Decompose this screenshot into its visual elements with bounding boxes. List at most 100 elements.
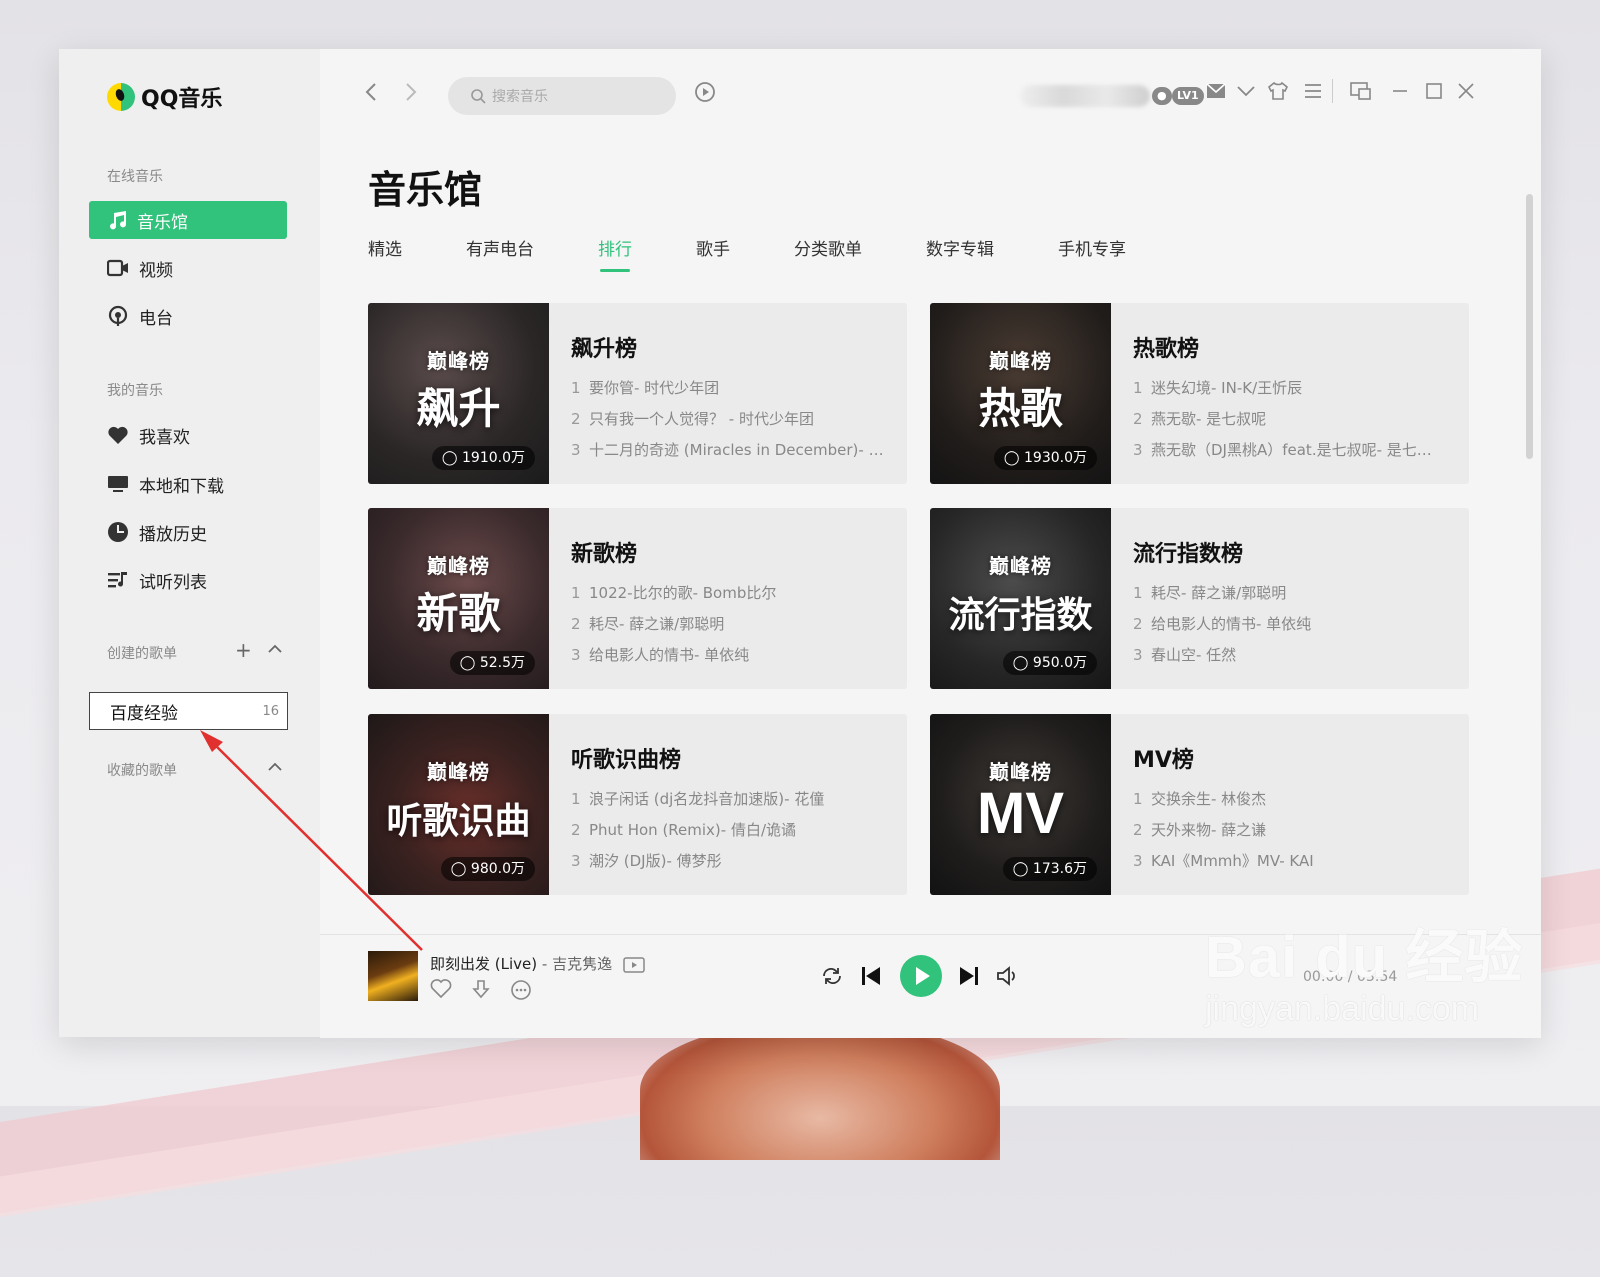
download-icon[interactable]	[470, 979, 492, 1001]
chart-cover[interactable]: 巅峰榜 热歌 ◯ 1930.0万	[930, 303, 1111, 484]
chevron-up-icon[interactable]	[267, 638, 283, 662]
close-icon[interactable]	[1456, 81, 1476, 106]
chart-title[interactable]: 飙升榜	[571, 331, 637, 363]
chart-card-hot[interactable]: 巅峰榜 热歌 ◯ 1930.0万 热歌榜 1 迷失幻境- IN-K/王忻辰 2 燕无…	[930, 303, 1469, 484]
chart-song[interactable]: 3 潮汐 (DJ版)- 傅梦彤	[571, 850, 886, 871]
chart-card-soaring[interactable]: 巅峰榜 飙升 ◯ 1910.0万 飙升榜 1 要你管- 时代少年团 2 只有我一个人…	[368, 303, 907, 484]
sidebar-item-video[interactable]: 视频	[89, 249, 287, 287]
maximize-icon[interactable]	[1424, 81, 1444, 106]
chart-song[interactable]: 1 浪子闲话 (dj名龙抖音加速版)- 花僮	[571, 788, 886, 809]
search-input[interactable]: 搜索音乐	[492, 86, 548, 106]
chart-song[interactable]: 3 给电影人的情书- 单依纯	[571, 644, 886, 665]
voice-search-icon[interactable]	[694, 81, 716, 111]
sidebar-item-history[interactable]: 播放历史	[89, 513, 287, 551]
sidebar-item-label: 我喜欢	[139, 427, 190, 448]
chart-card-song-recognition[interactable]: 巅峰榜 听歌识曲 ◯ 980.0万 听歌识曲榜 1 浪子闲话 (dj名龙抖音加速版…	[368, 714, 907, 895]
sidebar-item-music-hall[interactable]: 音乐馆	[89, 201, 287, 239]
chart-title[interactable]: 新歌榜	[571, 536, 637, 568]
vip-badge: ●	[1152, 87, 1172, 105]
sidebar-item-radio[interactable]: 电台	[89, 297, 287, 335]
chart-cover[interactable]: 巅峰榜 新歌 ◯ 52.5万	[368, 508, 549, 689]
more-icon[interactable]	[510, 979, 532, 1001]
next-icon[interactable]	[958, 965, 980, 991]
playlist-item[interactable]: 百度经验 16	[89, 692, 288, 730]
now-playing-title[interactable]: 即刻出发 (Live)	[430, 955, 537, 973]
sidebar-item-label: 音乐馆	[137, 212, 188, 233]
tab-category-playlists[interactable]: 分类歌单	[794, 235, 862, 260]
menu-icon[interactable]	[1303, 81, 1323, 105]
mini-mode-icon[interactable]	[1350, 81, 1372, 106]
level-badge: LV1	[1172, 87, 1204, 105]
skin-icon[interactable]	[1267, 81, 1289, 106]
chart-song[interactable]: 1 迷失幻境- IN-K/王忻辰	[1133, 377, 1448, 398]
chart-song[interactable]: 2 耗尽- 薛之谦/郭聪明	[571, 613, 886, 634]
play-count: ◯ 1930.0万	[993, 446, 1097, 470]
previous-icon[interactable]	[860, 965, 882, 991]
chart-cover[interactable]: 巅峰榜 流行指数 ◯ 950.0万	[930, 508, 1111, 689]
headphones-icon: ◯	[450, 861, 467, 877]
tab-featured[interactable]: 精选	[368, 235, 402, 260]
chart-song[interactable]: 2 燕无歇- 是七叔呢	[1133, 408, 1448, 429]
chart-song[interactable]: 1 耗尽- 薛之谦/郭聪明	[1133, 582, 1448, 603]
chart-song[interactable]: 1 1022-比尔的歌- Bomb比尔	[571, 582, 886, 603]
chart-card-mv[interactable]: 巅峰榜 MV ◯ 173.6万 MV榜 1 交换余生- 林俊杰 2 天外来物- 薛之…	[930, 714, 1469, 895]
mv-icon[interactable]	[623, 956, 645, 973]
sidebar-item-local-download[interactable]: 本地和下载	[89, 465, 287, 503]
minimize-icon[interactable]	[1390, 81, 1410, 106]
forward-icon[interactable]	[404, 81, 418, 109]
chart-title[interactable]: 听歌识曲榜	[571, 742, 681, 774]
search-box[interactable]: 搜索音乐	[448, 77, 676, 115]
sidebar-item-trial-list[interactable]: 试听列表	[89, 561, 287, 599]
chart-song[interactable]: 1 要你管- 时代少年团	[571, 377, 886, 398]
chart-title[interactable]: 热歌榜	[1133, 331, 1199, 363]
chart-song[interactable]: 3 KAI《Mmmh》MV- KAI	[1133, 850, 1448, 871]
chevron-down-icon[interactable]	[1236, 81, 1256, 105]
chart-song[interactable]: 3 十二月的奇迹 (Miracles in December)- …	[571, 439, 886, 460]
watermark-url: jingyan.baidu.com	[1205, 990, 1480, 1028]
app-logo[interactable]: QQ音乐	[107, 81, 222, 113]
list-icon	[108, 572, 127, 588]
now-playing-artist[interactable]: 吉克隽逸	[552, 955, 612, 973]
sidebar-item-favorites[interactable]: 我喜欢	[89, 416, 287, 454]
chart-title[interactable]: MV榜	[1133, 742, 1194, 774]
headphones-icon: ◯	[1003, 450, 1020, 466]
chart-song[interactable]: 2 给电影人的情书- 单依纯	[1133, 613, 1448, 634]
chart-song[interactable]: 3 春山空- 任然	[1133, 644, 1448, 665]
tab-mobile-exclusive[interactable]: 手机专享	[1058, 235, 1126, 260]
chart-song[interactable]: 2 天外来物- 薛之谦	[1133, 819, 1448, 840]
tab-rankings[interactable]: 排行	[598, 235, 632, 260]
chart-card-new-songs[interactable]: 巅峰榜 新歌 ◯ 52.5万 新歌榜 1 1022-比尔的歌- Bomb比尔 2耗…	[368, 508, 907, 689]
play-count: ◯ 950.0万	[1002, 651, 1097, 675]
chart-song[interactable]: 2 Phut Hon (Remix)- 倩白/诡谲	[571, 819, 886, 840]
avatar[interactable]	[1020, 85, 1150, 107]
heart-icon	[108, 426, 128, 444]
back-icon[interactable]	[364, 81, 378, 109]
chart-cover[interactable]: 巅峰榜 飙升 ◯ 1910.0万	[368, 303, 549, 484]
volume-icon[interactable]	[996, 965, 1020, 991]
now-playing-cover[interactable]	[368, 951, 418, 1001]
chevron-up-icon[interactable]	[267, 756, 283, 780]
chart-song[interactable]: 1 交换余生- 林俊杰	[1133, 788, 1448, 809]
chart-cover[interactable]: 巅峰榜 MV ◯ 173.6万	[930, 714, 1111, 895]
chart-card-popularity-index[interactable]: 巅峰榜 流行指数 ◯ 950.0万 流行指数榜 1 耗尽- 薛之谦/郭聪明 2 给电…	[930, 508, 1469, 689]
chart-song[interactable]: 2 只有我一个人觉得？ - 时代少年团	[571, 408, 886, 429]
chart-title[interactable]: 流行指数榜	[1133, 536, 1243, 568]
sidebar-item-label: 试听列表	[139, 572, 207, 593]
radio-icon	[108, 305, 128, 326]
cover-word: 流行指数	[948, 595, 1093, 636]
like-icon[interactable]	[430, 979, 452, 999]
page-title: 音乐馆	[368, 168, 483, 212]
tab-audio-radio[interactable]: 有声电台	[466, 235, 534, 260]
sidebar-item-label: 播放历史	[139, 524, 207, 545]
mail-icon[interactable]	[1206, 81, 1226, 105]
tab-digital-albums[interactable]: 数字专辑	[926, 235, 994, 260]
scrollbar[interactable]	[1526, 194, 1533, 459]
video-icon	[107, 259, 128, 277]
add-playlist-icon[interactable]: +	[235, 638, 252, 662]
chart-song[interactable]: 3 燕无歇（DJ黑桃A）feat.是七叔呢- 是七…	[1133, 439, 1448, 460]
tab-singers[interactable]: 歌手	[696, 235, 730, 260]
loop-icon[interactable]	[820, 965, 844, 991]
chart-cover[interactable]: 巅峰榜 听歌识曲 ◯ 980.0万	[368, 714, 549, 895]
play-button[interactable]	[900, 955, 942, 997]
music-note-icon	[110, 211, 127, 230]
